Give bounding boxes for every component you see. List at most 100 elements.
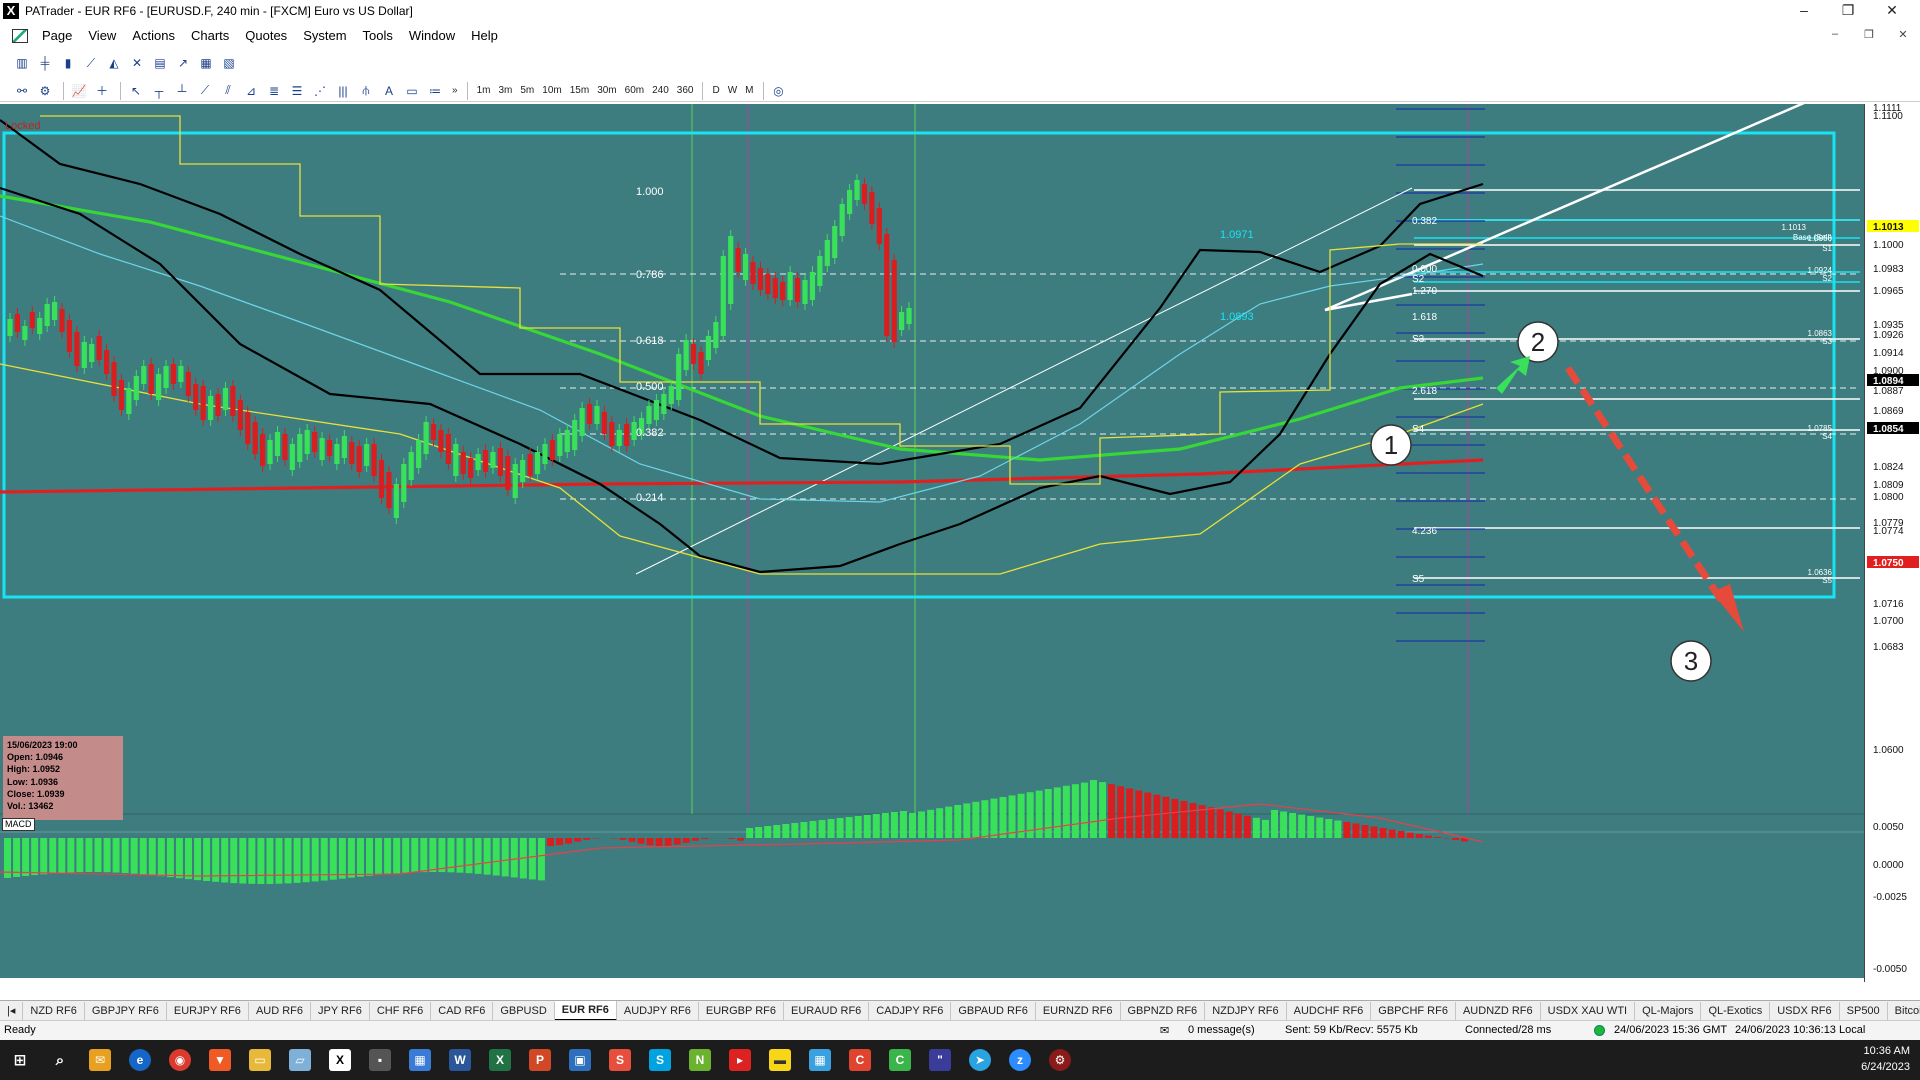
crosshair-icon[interactable]: ＋ xyxy=(92,82,112,100)
cycle-lines-icon[interactable]: ||| xyxy=(333,82,353,100)
mail-app-icon[interactable]: ✉ xyxy=(80,1040,120,1080)
app-icon-dark-red[interactable]: ⚙ xyxy=(1040,1040,1080,1080)
menu-actions[interactable]: Actions xyxy=(124,25,183,47)
app-icon-red[interactable]: ▸ xyxy=(720,1040,760,1080)
telegram-icon[interactable]: ➤ xyxy=(960,1040,1000,1080)
symbol-tab[interactable]: USDX RF6 xyxy=(1770,1001,1840,1020)
timeframe-60m[interactable]: 60m xyxy=(621,82,648,100)
menu-page[interactable]: Page xyxy=(34,25,80,47)
chart-canvas[interactable]: 1 2 3 1.000 0.786 0.618 0.500 0.382 0.214 0.382 0… xyxy=(0,104,1920,982)
symbol-tab[interactable]: EURGBP RF6 xyxy=(699,1001,784,1020)
point-figure-icon[interactable]: ✕ xyxy=(127,54,147,72)
maximize-button[interactable]: ❐ xyxy=(1826,0,1870,22)
pitchfork-icon[interactable]: ⫛ xyxy=(356,82,376,100)
menu-view[interactable]: View xyxy=(80,25,124,47)
brave-icon[interactable]: ▼ xyxy=(200,1040,240,1080)
skype-icon[interactable]: S xyxy=(640,1040,680,1080)
symbol-tab[interactable]: NZDJPY RF6 xyxy=(1205,1001,1287,1020)
timeframe-30m[interactable]: 30m xyxy=(593,82,620,100)
symbol-tab[interactable]: QL-Majors xyxy=(1635,1001,1702,1020)
word-icon[interactable]: W xyxy=(440,1040,480,1080)
box-icon[interactable]: ▭ xyxy=(402,82,422,100)
app-icon-green[interactable]: N xyxy=(680,1040,720,1080)
price-axis[interactable]: 1.1111 1.1100 1.1013 1.1000 1.0983 1.0965 1.09… xyxy=(1864,104,1920,982)
symbol-tab[interactable]: EUR RF6 xyxy=(554,1001,617,1020)
menu-system[interactable]: System xyxy=(295,25,354,47)
symbol-tab[interactable]: USDX XAU WTI xyxy=(1541,1001,1636,1020)
mdi-minimize-button[interactable]: – xyxy=(1818,28,1852,40)
mdi-close-button[interactable]: ✕ xyxy=(1886,28,1920,41)
symbol-tab[interactable]: CADJPY RF6 xyxy=(869,1001,952,1020)
mdi-restore-button[interactable]: ❐ xyxy=(1852,28,1886,41)
symbol-tab[interactable]: GBPAUD RF6 xyxy=(951,1001,1036,1020)
timeframe-3m[interactable]: 3m xyxy=(494,82,516,100)
menu-tools[interactable]: Tools xyxy=(355,25,401,47)
menu-charts[interactable]: Charts xyxy=(183,25,237,47)
menu-help[interactable]: Help xyxy=(463,25,506,47)
area-chart-icon[interactable]: ◭ xyxy=(104,54,124,72)
symbol-tab[interactable]: AUDJPY RF6 xyxy=(617,1001,699,1020)
vertical-line-icon[interactable]: ┴ xyxy=(172,82,192,100)
sticky-notes-icon[interactable]: ▬ xyxy=(760,1040,800,1080)
symbol-tab[interactable]: SP500 xyxy=(1840,1001,1888,1020)
price-chart[interactable]: 1 2 3 1.000 0.786 0.618 0.500 0.382 0.214 0.382 0… xyxy=(0,104,1920,982)
timeframe-1m[interactable]: 1m xyxy=(473,82,495,100)
chrome-icon[interactable]: ◉ xyxy=(160,1040,200,1080)
symbol-tab[interactable]: GBPNZD RF6 xyxy=(1121,1001,1206,1020)
symbol-tab[interactable]: AUDNZD RF6 xyxy=(1456,1001,1541,1020)
timeframe-10m[interactable]: 10m xyxy=(538,82,565,100)
patrader-icon[interactable]: X xyxy=(320,1040,360,1080)
symbol-tab[interactable]: GBPJPY RF6 xyxy=(85,1001,167,1020)
tab-scroll-start[interactable]: |◂ xyxy=(0,1001,24,1020)
file-explorer-icon[interactable]: ▭ xyxy=(240,1040,280,1080)
close-button[interactable]: ✕ xyxy=(1870,0,1914,22)
volume-chart-icon[interactable]: ▦ xyxy=(196,54,216,72)
horizontal-line-icon[interactable]: ┬ xyxy=(149,82,169,100)
period-weekly[interactable]: W xyxy=(724,82,741,100)
timeframe-360[interactable]: 360 xyxy=(673,82,698,100)
bar-chart-icon[interactable]: ▥ xyxy=(12,54,32,72)
symbol-tab[interactable]: CAD RF6 xyxy=(431,1001,494,1020)
text-icon[interactable]: A xyxy=(379,82,399,100)
powerpoint-icon[interactable]: P xyxy=(520,1040,560,1080)
app-icon-blue[interactable]: ▦ xyxy=(800,1040,840,1080)
period-monthly[interactable]: M xyxy=(741,82,757,100)
fib-extension-icon[interactable]: ☰ xyxy=(287,82,307,100)
notes-icon[interactable]: ▱ xyxy=(280,1040,320,1080)
calculator-icon[interactable]: ▦ xyxy=(400,1040,440,1080)
menu-window[interactable]: Window xyxy=(401,25,463,47)
timeframe-15m[interactable]: 15m xyxy=(566,82,593,100)
symbol-tab[interactable]: EURJPY RF6 xyxy=(167,1001,249,1020)
camtasia-recorder-icon[interactable]: C xyxy=(880,1040,920,1080)
fan-icon[interactable]: ⊿ xyxy=(241,82,261,100)
symbol-tab[interactable]: QL-Exotics xyxy=(1701,1001,1771,1020)
taskbar-clock[interactable]: 10:36 AM 6/24/2023 xyxy=(1861,1043,1910,1075)
symbol-tab[interactable]: EURNZD RF6 xyxy=(1036,1001,1121,1020)
chart-page-icon[interactable] xyxy=(12,29,28,43)
status-messages[interactable]: 0 message(s) xyxy=(1188,1024,1255,1036)
excel-icon[interactable]: X xyxy=(480,1040,520,1080)
channel-icon[interactable]: ⫽ xyxy=(218,82,238,100)
menu-quotes[interactable]: Quotes xyxy=(237,25,295,47)
symbol-tab[interactable]: NZD RF6 xyxy=(23,1001,85,1020)
sync-icon[interactable]: ⚙ xyxy=(35,82,55,100)
link-icon[interactable]: ⚯ xyxy=(12,82,32,100)
renko-chart-icon[interactable]: ▤ xyxy=(150,54,170,72)
symbol-tab[interactable]: Bitcoin xyxy=(1888,1002,1920,1020)
equivolume-icon[interactable]: ▧ xyxy=(219,54,239,72)
mail-icon[interactable]: ✉ xyxy=(1160,1024,1169,1037)
fibonacci-icon[interactable]: ≣ xyxy=(264,82,284,100)
camtasia-icon[interactable]: C xyxy=(840,1040,880,1080)
timeframe-5m[interactable]: 5m xyxy=(516,82,538,100)
app-icon-grey[interactable]: ▪ xyxy=(360,1040,400,1080)
ohlc-chart-icon[interactable]: ╪ xyxy=(35,54,55,72)
symbol-tab[interactable]: AUDCHF RF6 xyxy=(1287,1001,1372,1020)
search-icon[interactable]: ⌕ xyxy=(40,1040,80,1080)
timeframe-240[interactable]: 240 xyxy=(648,82,673,100)
edge-icon[interactable]: e xyxy=(120,1040,160,1080)
indicator-icon[interactable]: 📈 xyxy=(69,82,89,100)
list-icon[interactable]: ≔ xyxy=(425,82,445,100)
symbol-tab[interactable]: EURAUD RF6 xyxy=(784,1001,870,1020)
snagit-icon[interactable]: S xyxy=(600,1040,640,1080)
symbol-tab[interactable]: JPY RF6 xyxy=(311,1001,370,1020)
